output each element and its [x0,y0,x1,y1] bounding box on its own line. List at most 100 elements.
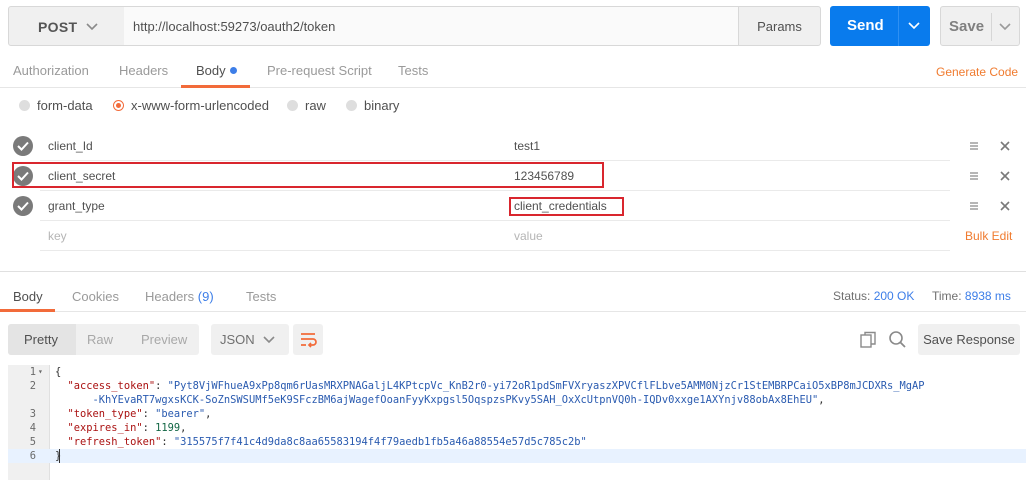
line-number: 2 [29,380,36,392]
chevron-down-icon [86,23,98,31]
chevron-down-icon[interactable] [907,19,921,33]
code-text: -KhYEvaRT7wgxsKCK-SoZnSWSUMf5eK9SFczBM6a… [92,394,825,406]
radio-raw[interactable]: raw [287,98,326,113]
delete-row-icon[interactable] [999,170,1011,182]
radio-circle-icon [346,100,357,111]
code-text: "access_token": "Pyt8VjWFhueA9xPp8qm6rUa… [67,380,925,392]
send-label: Send [847,17,884,34]
copy-icon[interactable] [859,331,877,349]
response-body-editor[interactable]: 1 ▾ { 2 "access_token": "Pyt8VjWFhueA9xP… [8,365,1026,480]
send-button[interactable]: Send [830,6,930,46]
view-raw-button[interactable]: Raw [87,332,113,347]
url-input[interactable]: http://localhost:59273/oauth2/token [124,6,739,46]
enabled-checkbox[interactable] [13,196,33,216]
response-tabs: Body Cookies Headers (9) Tests Status: 2… [0,280,1026,312]
save-response-button[interactable]: Save Response [918,324,1020,355]
radio-label: binary [364,98,400,113]
response-tab-headers-label: Headers [145,289,195,304]
method-select[interactable]: POST [8,6,125,46]
time-label: Time: [932,289,962,303]
active-tab-indicator [181,85,250,88]
format-select[interactable]: JSON [211,324,289,355]
headers-count: (9) [197,289,214,304]
tab-body[interactable]: Body [196,63,237,78]
code-text: { [55,366,62,378]
radio-circle-selected-icon [113,100,124,111]
param-row: client_Id test1 [0,131,1026,161]
new-value-input[interactable]: value [514,229,543,243]
generate-code-link[interactable]: Generate Code [936,65,1018,79]
response-tab-body[interactable]: Body [13,289,43,304]
save-label: Save [949,18,985,35]
reorder-icon[interactable] [969,171,979,181]
section-divider [0,271,1026,272]
code-line: 2 "access_token": "Pyt8VjWFhueA9xPp8qm6r… [8,379,1026,393]
time-indicator: Time: 8938 ms [932,289,1011,303]
highlight-box-grant-type [509,197,624,216]
view-mode-segmented: Pretty Raw Preview [8,324,199,355]
reorder-icon[interactable] [969,201,979,211]
response-tab-cookies[interactable]: Cookies [72,289,119,304]
tab-headers[interactable]: Headers [119,63,168,78]
line-number: 1 [29,366,36,378]
code-text: "refresh_token": "315575f7f41c4d9da8c8aa… [67,436,587,448]
tab-tests[interactable]: Tests [398,63,428,78]
status-value: 200 OK [873,289,915,303]
param-key[interactable]: grant_type [48,199,105,213]
code-line: 3 "token_type": "bearer", [8,407,1026,421]
code-line: 1 ▾ { [8,365,1026,379]
view-pretty-button[interactable]: Pretty [24,332,58,347]
chevron-down-icon[interactable] [998,20,1012,34]
enabled-checkbox[interactable] [13,136,33,156]
check-icon [17,141,29,151]
radio-circle-icon [19,100,30,111]
param-row-new: key value Bulk Edit [0,221,1026,251]
response-toolbar: Pretty Raw Preview JSON Save Response [8,324,1020,355]
param-key[interactable]: client_Id [48,139,93,153]
radio-label: x-www-form-urlencoded [131,98,269,113]
radio-form-data[interactable]: form-data [19,98,93,113]
method-label: POST [38,19,78,35]
line-number: 5 [29,436,36,448]
code-text: "expires_in": 1199, [67,422,187,434]
chevron-down-icon [263,336,275,344]
response-tab-headers[interactable]: Headers (9) [145,289,214,304]
code-line: 4 "expires_in": 1199, [8,421,1026,435]
format-label: JSON [220,332,255,347]
code-text: "token_type": "bearer", [67,408,212,420]
radio-binary[interactable]: binary [346,98,399,113]
view-preview-button[interactable]: Preview [141,332,187,347]
params-button[interactable]: Params [738,6,821,46]
modified-dot-icon [229,67,237,74]
code-line-wrapped: -KhYEvaRT7wgxsKCK-SoZnSWSUMf5eK9SFczBM6a… [8,393,1026,407]
delete-row-icon[interactable] [999,200,1011,212]
status-indicator: Status: 200 OK [833,289,914,303]
param-value[interactable]: test1 [514,139,540,153]
line-number: 4 [29,422,36,434]
request-bar: POST http://localhost:59273/oauth2/token… [8,6,1020,46]
response-tab-tests[interactable]: Tests [246,289,276,304]
body-type-group: form-data x-www-form-urlencoded raw bina… [0,98,1026,118]
check-icon [17,201,29,211]
wrap-lines-button[interactable] [293,324,323,355]
delete-row-icon[interactable] [999,140,1011,152]
text-cursor [59,449,60,463]
radio-circle-icon [287,100,298,111]
radio-label: raw [305,98,326,113]
new-key-input[interactable]: key [48,229,67,243]
tab-pre-request-script[interactable]: Pre-request Script [267,63,372,78]
tab-authorization[interactable]: Authorization [13,63,89,78]
request-tabs: Authorization Headers Body Pre-request S… [0,56,1026,88]
code-line: 5 "refresh_token": "315575f7f41c4d9da8c8… [8,435,1026,449]
bulk-edit-link[interactable]: Bulk Edit [965,229,1012,243]
code-line-active: 6 } [8,449,1026,463]
fold-icon[interactable]: ▾ [38,365,43,379]
save-button[interactable]: Save [940,6,1020,46]
highlight-box-client-secret [12,162,604,188]
search-icon[interactable] [888,330,907,349]
status-label: Status: [833,289,871,303]
active-tab-indicator [0,309,55,312]
reorder-icon[interactable] [969,141,979,151]
line-number: 6 [29,450,36,462]
radio-x-www-form-urlencoded[interactable]: x-www-form-urlencoded [113,98,269,113]
